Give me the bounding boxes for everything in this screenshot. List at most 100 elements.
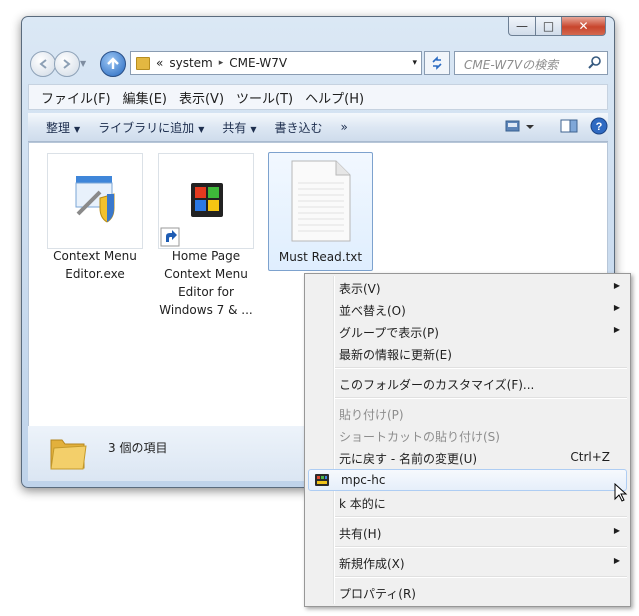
exe-thumbnail: [47, 153, 143, 249]
folder-large-icon: [50, 439, 87, 470]
caption-buttons: — □ ✕: [508, 17, 606, 36]
menu-item-custom[interactable]: k 本的に: [307, 491, 628, 513]
menu-item-label: 並べ替え(O): [339, 304, 406, 318]
menu-separator: [335, 367, 627, 369]
maximize-button[interactable]: □: [536, 17, 562, 36]
forward-button[interactable]: [54, 51, 80, 77]
context-menu: 表示(V) ▶ 並べ替え(O) ▶ グループで表示(P) ▶ 最新の情報に更新(E) …: [304, 273, 631, 607]
add-to-library-label: ライブラリに追加: [98, 120, 195, 135]
chevron-down-icon: ▼: [74, 124, 81, 134]
menu-item-label: 表示(V): [339, 282, 381, 296]
view-options-icon[interactable]: [504, 117, 538, 135]
share-button[interactable]: 共有 ▼: [222, 119, 256, 136]
address-bar[interactable]: « system ▸ CME-W7V ▾: [130, 51, 422, 75]
menu-item-label: ショートカットの貼り付け(S): [339, 430, 500, 444]
menu-item-sort[interactable]: 並べ替え(O) ▶: [307, 298, 628, 320]
file-name-line: Editor.exe: [65, 267, 125, 281]
menu-item-label: 共有(H): [339, 527, 382, 541]
file-name-line: Editor for: [178, 285, 234, 299]
file-item-selected[interactable]: Must Read.txt: [268, 152, 373, 271]
menu-edit[interactable]: 編集(E): [123, 88, 167, 107]
file-name-line: Context Menu: [53, 249, 137, 263]
menu-item-label: グループで表示(P): [339, 326, 439, 340]
menu-file[interactable]: ファイル(F): [41, 88, 111, 107]
preview-pane-icon[interactable]: [560, 117, 578, 135]
menu-item-label: このフォルダーのカスタマイズ(F)...: [339, 378, 535, 392]
share-label: 共有: [222, 120, 247, 135]
menu-view[interactable]: 表示(V): [179, 88, 224, 107]
menu-separator: [335, 546, 627, 548]
submenu-arrow-icon: ▶: [613, 526, 620, 535]
menu-item-label: 貼り付け(P): [339, 408, 404, 422]
refresh-button[interactable]: [424, 51, 450, 75]
burn-button[interactable]: 書き込む: [275, 119, 323, 136]
item-count: 3 個の項目: [108, 441, 168, 455]
file-name-line: Home Page: [171, 249, 241, 263]
menu-item-mpc-hc[interactable]: mpc-hc: [308, 469, 627, 491]
program-shield-icon: [75, 176, 115, 223]
text-file-icon: [291, 160, 351, 242]
menu-item-label: k 本的に: [339, 497, 386, 511]
folder-icon: [136, 56, 150, 70]
menu-item-view[interactable]: 表示(V) ▶: [307, 276, 628, 298]
menu-item-share[interactable]: 共有(H) ▶: [307, 521, 628, 543]
shortcut-arrow-icon: [160, 227, 180, 247]
mpc-hc-icon: [315, 474, 329, 486]
menu-item-refresh[interactable]: 最新の情報に更新(E): [307, 342, 628, 364]
menu-item-new[interactable]: 新規作成(X) ▶: [307, 551, 628, 573]
menu-separator: [335, 397, 627, 399]
navigation-bar: ▼ « system ▸ CME-W7V ▾ CME-W7Vの検索: [28, 47, 608, 79]
breadcrumb-cme-w7v[interactable]: CME-W7V: [229, 56, 287, 70]
menu-item-properties[interactable]: プロパティ(R): [307, 581, 628, 603]
submenu-arrow-icon: ▶: [613, 325, 620, 334]
menu-item-label: プロパティ(R): [339, 587, 416, 601]
file-name-line: Context Menu: [164, 267, 248, 281]
menu-item-label: 最新の情報に更新(E): [339, 348, 452, 362]
menu-separator: [335, 576, 627, 578]
breadcrumb-separator[interactable]: ▸: [219, 58, 224, 68]
organize-button[interactable]: 整理 ▼: [46, 119, 80, 136]
file-name-line: Windows 7 & ...: [159, 303, 253, 317]
menu-item-group[interactable]: グループで表示(P) ▶: [307, 320, 628, 342]
menu-shortcut: Ctrl+Z: [570, 450, 610, 464]
menu-help[interactable]: ヘルプ(H): [305, 88, 364, 107]
submenu-arrow-icon: ▶: [613, 281, 620, 290]
search-input[interactable]: CME-W7Vの検索: [454, 51, 608, 75]
shortcut-thumbnail: [158, 153, 254, 249]
help-icon[interactable]: ?: [590, 117, 608, 135]
breadcrumb-system[interactable]: system: [169, 56, 212, 70]
menu-tools[interactable]: ツール(T): [236, 88, 293, 107]
search-placeholder: CME-W7Vの検索: [464, 58, 559, 72]
search-icon[interactable]: [588, 55, 602, 69]
up-arrow-icon: [107, 57, 119, 69]
menu-item-label: mpc-hc: [341, 473, 386, 487]
menu-item-label: 元に戻す - 名前の変更(U): [339, 452, 478, 466]
menu-item-paste-shortcut: ショートカットの貼り付け(S): [307, 424, 628, 446]
svg-text:?: ?: [596, 121, 603, 133]
command-bar: 整理 ▼ ライブラリに追加 ▼ 共有 ▼ 書き込む » ?: [28, 113, 608, 142]
chevron-down-icon: ▼: [198, 124, 205, 134]
address-dropdown-icon[interactable]: ▾: [408, 58, 421, 68]
forward-arrow-icon: [63, 59, 71, 69]
submenu-arrow-icon: ▶: [613, 303, 620, 312]
menu-item-label: 新規作成(X): [339, 557, 405, 571]
close-button[interactable]: ✕: [562, 17, 606, 36]
submenu-arrow-icon: ▶: [613, 556, 620, 565]
address-chevron[interactable]: «: [156, 56, 163, 70]
menu-item-paste: 貼り付け(P): [307, 402, 628, 424]
history-dropdown-icon[interactable]: ▼: [80, 59, 86, 68]
chevron-down-icon: ▼: [250, 124, 257, 134]
back-button[interactable]: [30, 51, 56, 77]
file-name-line: Must Read.txt: [278, 250, 363, 264]
up-button[interactable]: [100, 51, 126, 77]
menu-separator: [335, 516, 627, 518]
back-arrow-icon: [39, 59, 47, 69]
menu-bar: ファイル(F) 編集(E) 表示(V) ツール(T) ヘルプ(H): [28, 84, 608, 110]
menu-item-customize[interactable]: このフォルダーのカスタマイズ(F)...: [307, 372, 628, 394]
mouse-cursor-icon: [614, 483, 628, 502]
menu-item-undo-rename[interactable]: 元に戻す - 名前の変更(U) Ctrl+Z: [307, 446, 628, 468]
add-to-library-button[interactable]: ライブラリに追加 ▼: [98, 119, 204, 136]
minimize-button[interactable]: —: [508, 17, 536, 36]
organize-label: 整理: [46, 120, 71, 135]
more-commands-button[interactable]: »: [341, 120, 348, 134]
